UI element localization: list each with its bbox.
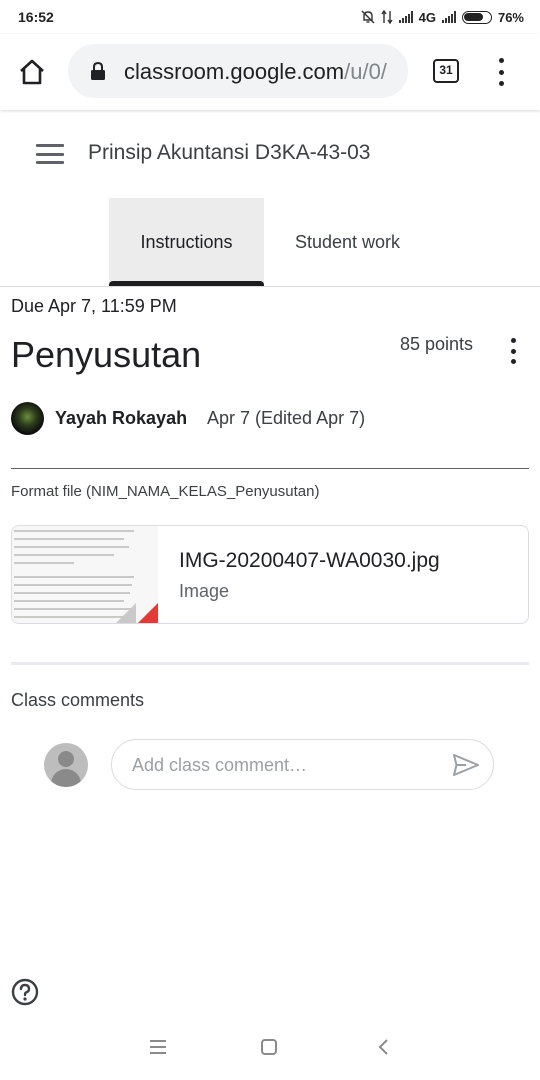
page-fold <box>114 603 136 623</box>
author-avatar <box>11 402 44 435</box>
browser-toolbar: classroom.google.com/u/0/ 31 <box>0 34 540 110</box>
attachment-name: IMG-20200407-WA0030.jpg <box>179 549 440 572</box>
status-time: 16:52 <box>18 9 54 25</box>
posted-date: Apr 7 (Edited Apr 7) <box>207 408 366 428</box>
system-nav-bar <box>0 1020 540 1080</box>
image-file-badge <box>136 603 158 623</box>
instructions-text: Format file (NIM_NAMA_KELAS_Penyusutan) <box>11 483 320 500</box>
comment-box <box>111 739 494 790</box>
address-bar[interactable]: classroom.google.com/u/0/ <box>68 44 408 98</box>
assignment-title: Penyusutan <box>11 334 202 375</box>
tab-student-work[interactable]: Student work <box>270 198 425 286</box>
network-label: 4G <box>418 9 436 25</box>
attachment-type: Image <box>179 581 230 601</box>
recent-apps-icon[interactable] <box>150 1040 166 1054</box>
author-name: Yayah Rokayah <box>55 408 188 428</box>
points-label: 85 points <box>400 334 474 354</box>
url-domain: classroom.google.com <box>124 59 345 84</box>
due-date: Due Apr 7, 11:59 PM <box>11 296 177 316</box>
attachment-card[interactable]: IMG-20200407-WA0030.jpg Image <box>11 525 529 624</box>
data-transfer-icon <box>381 10 393 24</box>
browser-menu-button[interactable] <box>494 58 508 86</box>
send-icon[interactable] <box>452 752 480 778</box>
mute-bell-icon <box>361 10 375 24</box>
battery-icon <box>461 10 492 24</box>
hamburger-menu-icon[interactable] <box>36 144 64 164</box>
section-divider <box>11 662 529 665</box>
author-divider <box>11 468 529 469</box>
home-icon[interactable] <box>16 56 48 88</box>
tab-switcher-button[interactable]: 31 <box>433 59 459 83</box>
tab-instructions[interactable]: Instructions <box>109 198 264 286</box>
nav-home-icon[interactable] <box>261 1039 277 1055</box>
tab-divider <box>0 286 540 287</box>
help-icon[interactable] <box>11 978 39 1006</box>
user-avatar <box>44 743 88 787</box>
nav-back-icon[interactable] <box>376 1038 392 1056</box>
battery-fill <box>464 13 484 21</box>
url-path: /u/0/ <box>344 59 387 84</box>
class-comments-title: Class comments <box>11 690 145 710</box>
attachment-thumbnail <box>12 526 158 623</box>
class-title: Prinsip Akuntansi D3KA-43-03 <box>88 141 371 164</box>
status-icons: 4G 76% <box>361 8 524 26</box>
signal-icon-2 <box>441 11 456 23</box>
url-text: classroom.google.com/u/0/ <box>124 59 387 85</box>
more-options-button[interactable] <box>506 338 520 364</box>
battery-percent: 76% <box>497 9 524 25</box>
status-bar: 16:52 4G 76% <box>0 0 540 34</box>
lock-icon <box>91 62 105 80</box>
signal-icon <box>398 11 413 23</box>
class-comment-input[interactable] <box>132 752 432 778</box>
